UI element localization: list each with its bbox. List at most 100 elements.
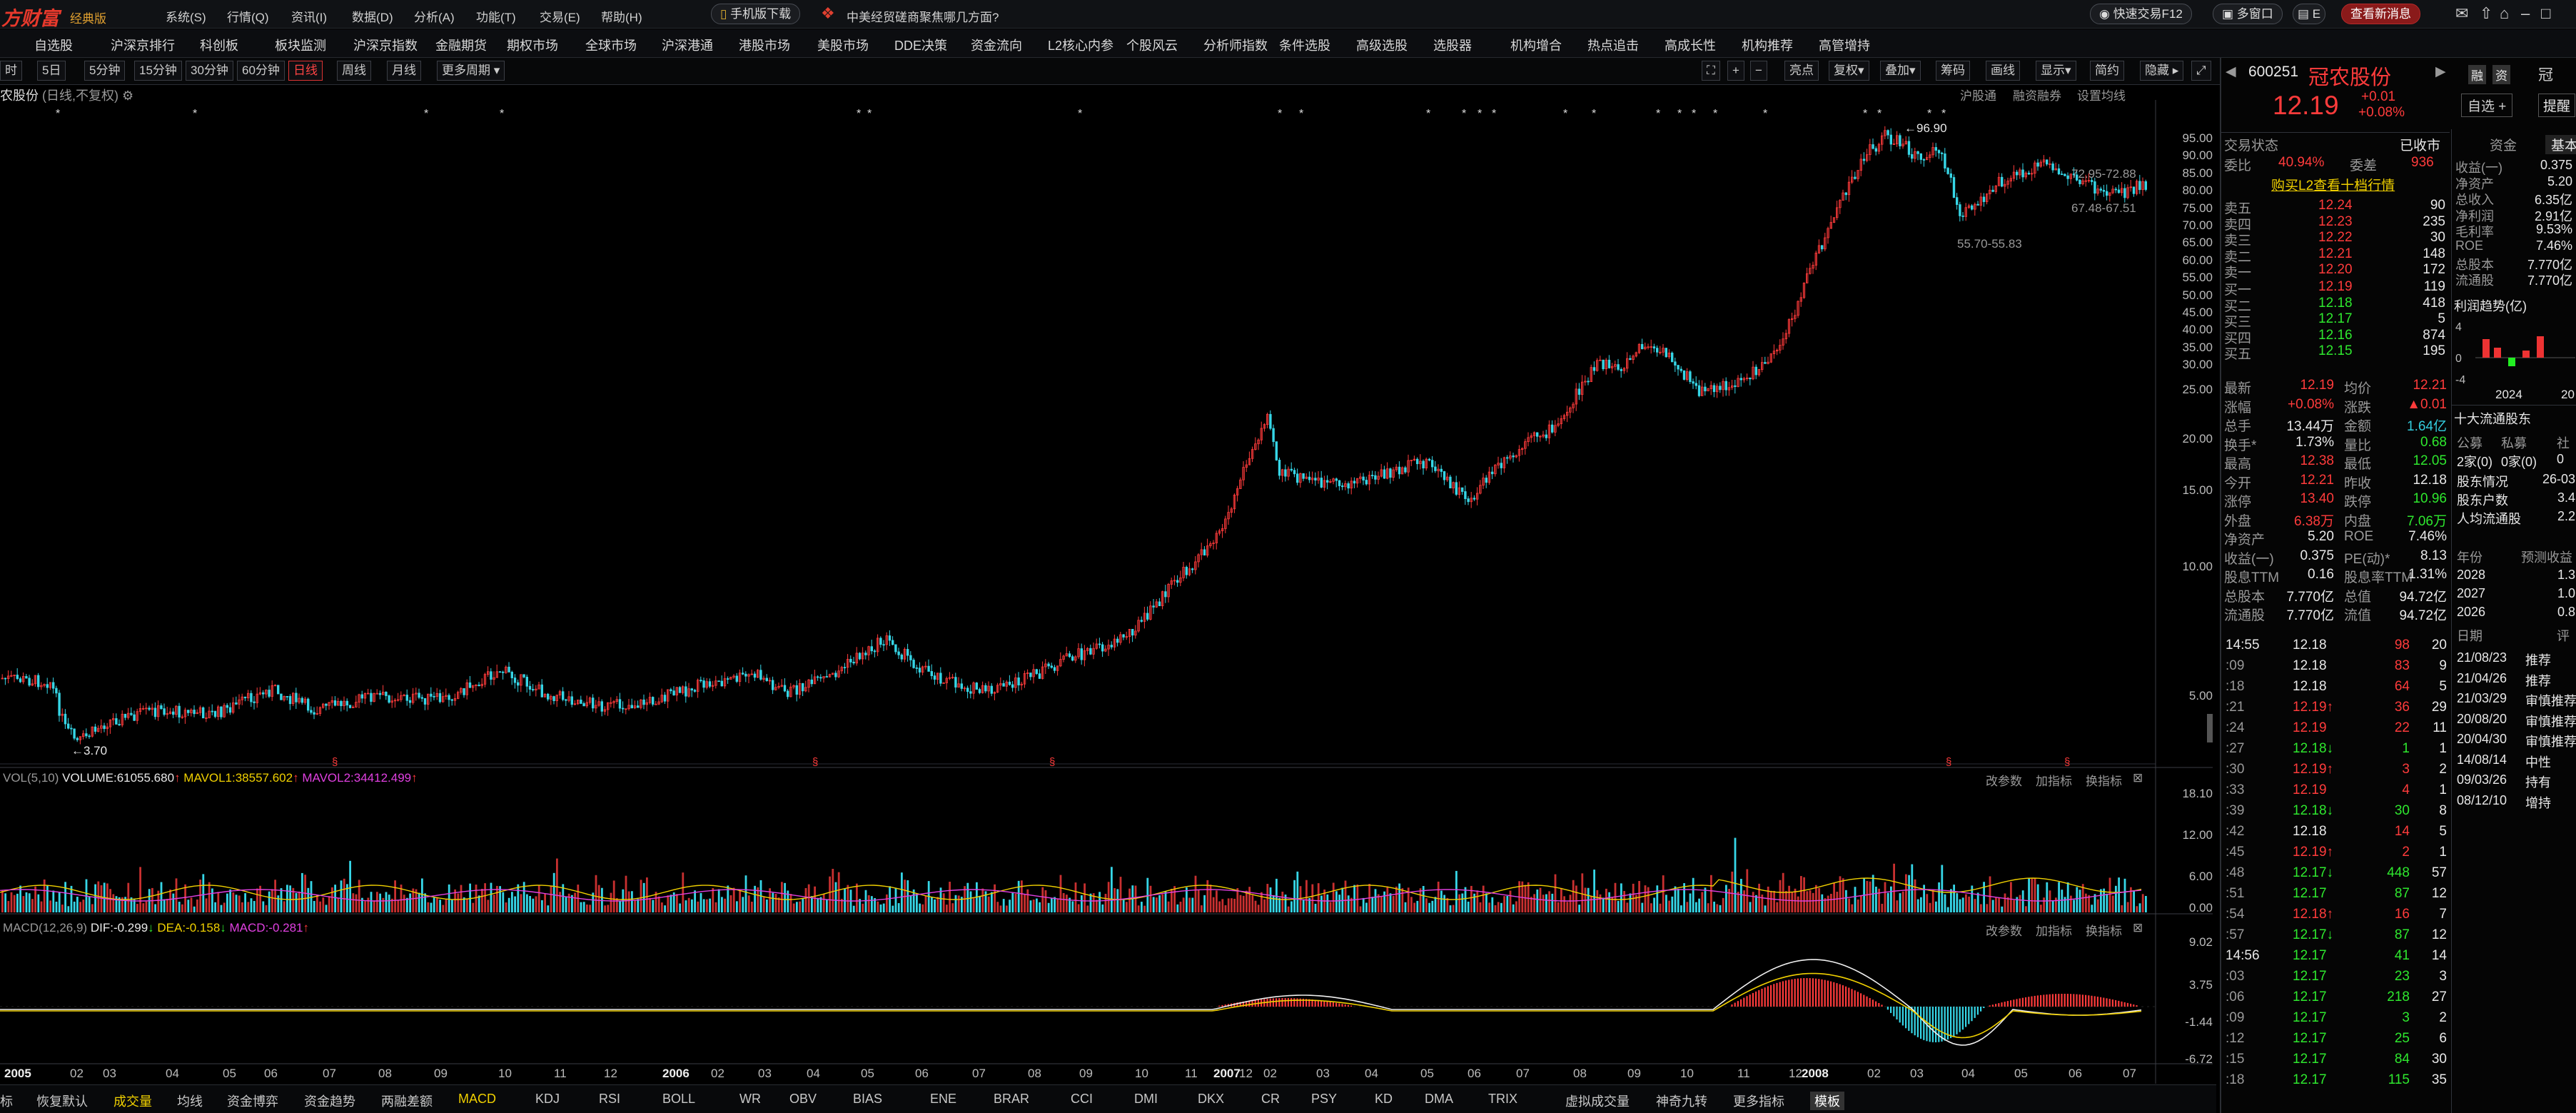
simple-button[interactable]: 简约 (2090, 61, 2124, 81)
nav-item[interactable]: 沪深京指数 (353, 36, 418, 54)
menu-analysis[interactable]: 分析(A) (414, 7, 455, 25)
nav-item[interactable]: 金融期货 (435, 36, 487, 54)
vol-add-indicator[interactable]: 加指标 (2036, 771, 2072, 789)
period-button-selected[interactable]: 日线 (288, 61, 323, 81)
account-button[interactable]: ▤ E (2293, 4, 2326, 24)
macd-switch-indicator[interactable]: 换指标 (2086, 921, 2122, 939)
next-icon[interactable]: ▶ (2435, 64, 2446, 80)
indicator-tab[interactable]: KDJ (535, 1092, 560, 1107)
nav-item[interactable]: 期权市场 (507, 36, 558, 54)
indicator-tab[interactable]: RSI (599, 1092, 620, 1107)
menu-data[interactable]: 数据(D) (352, 7, 393, 25)
nav-item[interactable]: 沪深京排行 (111, 36, 175, 54)
nav-item[interactable]: 高级选股 (1356, 36, 1408, 54)
indicator-tab[interactable]: CCI (1071, 1092, 1093, 1107)
alert-button[interactable]: 提醒 (2538, 94, 2576, 117)
nav-item[interactable]: 沪深港通 (662, 36, 713, 54)
overlay-button[interactable]: 叠加▾ (1880, 61, 1921, 81)
nav-item[interactable]: 热点追击 (1587, 36, 1639, 54)
indicator-tab[interactable]: 恢复默认 (36, 1092, 88, 1110)
period-button[interactable]: 时 (0, 61, 22, 81)
nav-item[interactable]: 资金流向 (971, 36, 1022, 54)
indicator-tab[interactable]: 模板 (1810, 1092, 1844, 1110)
close-icon[interactable]: ⊠ (2133, 921, 2143, 935)
nav-item[interactable]: 选股器 (1433, 36, 1472, 54)
indicator-tab[interactable]: 资金趋势 (304, 1092, 355, 1110)
indicator-tab[interactable]: TRIX (1488, 1092, 1517, 1107)
nav-item[interactable]: 机构推荐 (1742, 36, 1793, 54)
highlight-button[interactable]: 亮点 (1784, 61, 1819, 81)
nav-item[interactable]: 全球市场 (585, 36, 637, 54)
nav-item[interactable]: 自选股 (34, 36, 73, 54)
display-button[interactable]: 显示▾ (2036, 61, 2076, 81)
maximize-icon[interactable]: □ (2541, 4, 2550, 23)
minimize-icon[interactable]: – (2521, 4, 2530, 23)
indicator-tab[interactable]: 两融差额 (381, 1092, 433, 1110)
indicator-tab[interactable]: MACD (458, 1092, 496, 1107)
chips-button[interactable]: 筹码 (1936, 61, 1970, 81)
more-periods-button[interactable]: 更多周期 ▾ (437, 61, 505, 81)
nav-item[interactable]: 高成长性 (1665, 36, 1716, 54)
indicator-tab[interactable]: DKX (1198, 1092, 1224, 1107)
nav-item[interactable]: L2核心内参 (1048, 36, 1113, 54)
indicator-tab[interactable]: BIAS (853, 1092, 882, 1107)
watchlist-button[interactable]: 自选 + (2461, 94, 2513, 117)
nav-item[interactable]: 科创板 (200, 36, 238, 54)
period-button[interactable]: 15分钟 (134, 61, 182, 81)
menu-system[interactable]: 系统(S) (166, 7, 206, 25)
hide-button[interactable]: 隐藏 ▸ (2140, 61, 2184, 81)
nav-item[interactable]: 板块监测 (275, 36, 326, 54)
macd-edit-params[interactable]: 改参数 (1986, 921, 2022, 939)
indicator-tab[interactable]: 标 (0, 1092, 13, 1110)
lock-icon[interactable]: ⛶ (1702, 61, 1720, 81)
mail-icon[interactable]: ✉ (2455, 4, 2468, 23)
macd-add-indicator[interactable]: 加指标 (2036, 921, 2072, 939)
period-button[interactable]: 5分钟 (84, 61, 126, 81)
headline-link[interactable]: 中美经贸磋商聚焦哪几方面? (847, 7, 999, 25)
download-button[interactable]: ▯ 手机版下载 (711, 4, 801, 24)
home-icon[interactable]: ⌂ (2500, 4, 2509, 23)
draw-button[interactable]: 画线 (1986, 61, 2020, 81)
nav-item[interactable]: 机构增合 (1510, 36, 1562, 54)
menu-news[interactable]: 资讯(I) (291, 7, 327, 25)
indicator-tab[interactable]: 资金博弈 (227, 1092, 278, 1110)
period-button[interactable]: 5日 (37, 61, 66, 81)
zoom-in-icon[interactable]: + (1727, 61, 1744, 81)
indicator-tab[interactable]: ENE (930, 1092, 956, 1107)
vol-switch-indicator[interactable]: 换指标 (2086, 771, 2122, 789)
indicator-tab[interactable]: BOLL (662, 1092, 695, 1107)
indicator-tab[interactable]: DMA (1425, 1092, 1453, 1107)
indicator-tab[interactable]: 神奇九转 (1656, 1092, 1707, 1110)
nav-item[interactable]: 港股市场 (739, 36, 790, 54)
period-button[interactable]: 周线 (337, 61, 371, 81)
adjust-button[interactable]: 复权▾ (1829, 61, 1869, 81)
prev-icon[interactable]: ◀ (2226, 64, 2236, 80)
indicator-tab[interactable]: PSY (1311, 1092, 1337, 1107)
menu-functions[interactable]: 功能(T) (476, 7, 516, 25)
period-button[interactable]: 60分钟 (237, 61, 285, 81)
nav-item[interactable]: 个股风云 (1126, 36, 1178, 54)
period-button[interactable]: 月线 (387, 61, 421, 81)
quick-trade-button[interactable]: ◉ 快速交易F12 (2090, 4, 2192, 24)
tab-basic[interactable]: 基本 (2545, 135, 2576, 154)
nav-item[interactable]: 分析师指数 (1203, 36, 1268, 54)
view-news-button[interactable]: 查看新消息 (2341, 4, 2420, 24)
indicator-tab[interactable]: DMI (1134, 1092, 1158, 1107)
close-icon[interactable]: ⊠ (2133, 771, 2143, 785)
period-button[interactable]: 30分钟 (186, 61, 233, 81)
up-icon[interactable]: ⇧ (2480, 4, 2492, 23)
menu-trade[interactable]: 交易(E) (540, 7, 580, 25)
menu-help[interactable]: 帮助(H) (601, 7, 642, 25)
indicator-tab[interactable]: WR (739, 1092, 761, 1107)
indicator-tab[interactable]: 更多指标 (1733, 1092, 1784, 1110)
nav-item[interactable]: 美股市场 (817, 36, 869, 54)
indicator-tab[interactable]: OBV (789, 1092, 817, 1107)
nav-item[interactable]: 高管增持 (1819, 36, 1870, 54)
nav-item[interactable]: 条件选股 (1279, 36, 1330, 54)
zoom-out-icon[interactable]: − (1750, 61, 1767, 81)
indicator-tab[interactable]: 成交量 (113, 1092, 152, 1110)
l2-link[interactable]: 购买L2查看十档行情 (2271, 175, 2395, 194)
tab-funds[interactable]: 资金 (2490, 135, 2517, 154)
indicator-tab[interactable]: 均线 (177, 1092, 203, 1110)
indicator-tab[interactable]: 虚拟成交量 (1565, 1092, 1630, 1110)
